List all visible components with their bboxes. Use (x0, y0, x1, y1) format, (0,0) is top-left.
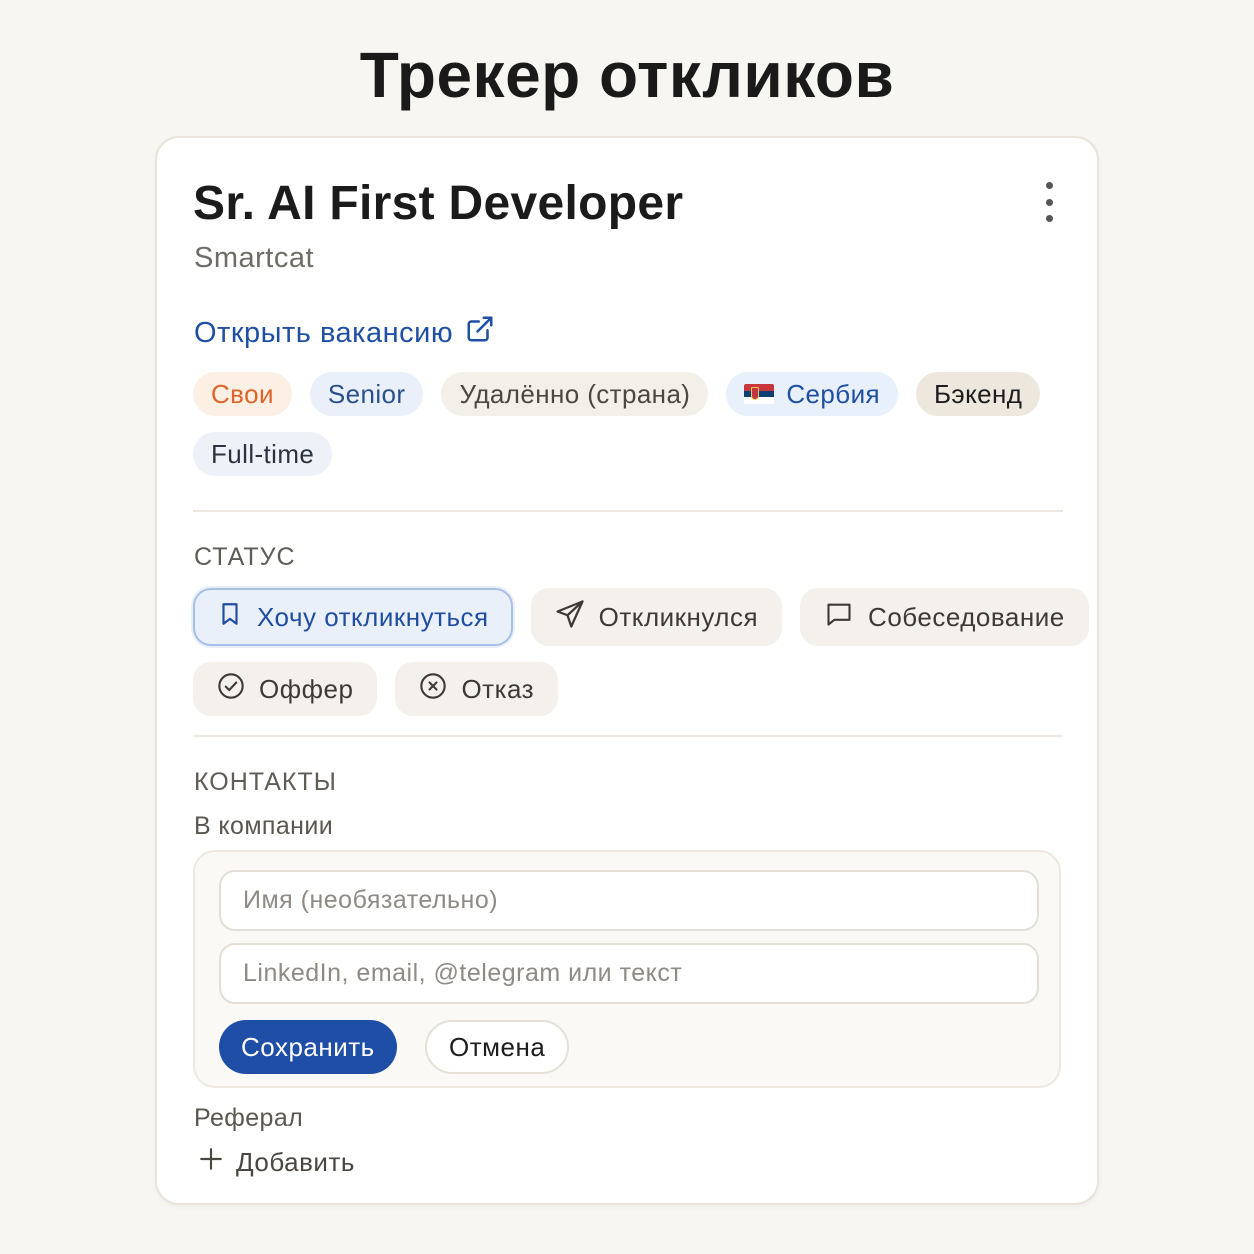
chat-icon (824, 600, 854, 635)
status-row-2: Оффер Отказ (193, 662, 559, 716)
status-applied[interactable]: Откликнулся (530, 588, 783, 646)
tag-own: Свои (193, 372, 292, 416)
job-title: Sr. AI First Developer (193, 177, 684, 230)
check-circle-icon (217, 672, 245, 707)
company-name: Smartcat (194, 242, 315, 274)
divider (193, 510, 1063, 512)
tag-label: Full-time (211, 438, 315, 469)
tag-label: Удалённо (страна) (459, 378, 691, 409)
tag-label: Сербия (786, 378, 880, 409)
x-circle-icon (419, 672, 447, 707)
tag-list: Свои Senior Удалённо (страна) Сербия Бэк… (193, 372, 1063, 476)
add-referral-button[interactable]: Добавить (198, 1146, 355, 1179)
save-button[interactable]: Сохранить (219, 1020, 397, 1074)
referral-label: Реферал (194, 1104, 304, 1132)
status-label: Собеседование (868, 601, 1065, 632)
status-label: Оффер (259, 673, 354, 704)
status-interview[interactable]: Собеседование (800, 588, 1089, 646)
serbia-flag-icon (744, 384, 775, 404)
status-label: Откликнулся (598, 601, 759, 632)
contact-details-input[interactable] (219, 943, 1039, 1004)
tag-remote: Удалённо (страна) (441, 372, 709, 416)
open-vacancy-link[interactable]: Открыть вакансию (194, 314, 495, 352)
tag-backend: Бэкенд (915, 372, 1041, 416)
tag-label: Бэкенд (933, 378, 1023, 409)
company-contacts-label: В компании (194, 812, 334, 840)
status-label: Хочу откликнуться (257, 601, 489, 632)
status-want-apply[interactable]: Хочу откликнуться (193, 588, 513, 646)
job-card: Sr. AI First Developer Smartcat Открыть … (155, 136, 1099, 1205)
tag-label: Senior (327, 378, 406, 409)
tag-country: Сербия (726, 372, 898, 416)
status-label: Отказ (461, 673, 535, 704)
status-offer[interactable]: Оффер (193, 662, 378, 716)
contact-name-input[interactable] (219, 870, 1039, 931)
status-section-label: СТАТУС (194, 543, 296, 571)
tag-employment: Full-time (193, 432, 333, 476)
plus-icon (198, 1146, 224, 1179)
status-row-1: Хочу откликнуться Откликнулся Собеседова… (193, 588, 1089, 646)
more-options-icon[interactable] (1039, 182, 1059, 222)
tag-seniority: Senior (309, 372, 424, 416)
page-title: Трекер откликов (359, 39, 895, 111)
divider (193, 735, 1063, 737)
send-icon (555, 599, 585, 636)
contact-form: Сохранить Отмена (193, 850, 1061, 1088)
external-link-icon (465, 314, 495, 352)
add-label: Добавить (236, 1147, 355, 1177)
contacts-section-label: КОНТАКТЫ (194, 768, 337, 796)
cancel-button[interactable]: Отмена (425, 1020, 570, 1074)
tag-label: Свои (211, 378, 274, 409)
open-vacancy-label: Открыть вакансию (194, 316, 454, 349)
bookmark-icon (217, 600, 243, 635)
status-rejected[interactable]: Отказ (395, 662, 559, 716)
